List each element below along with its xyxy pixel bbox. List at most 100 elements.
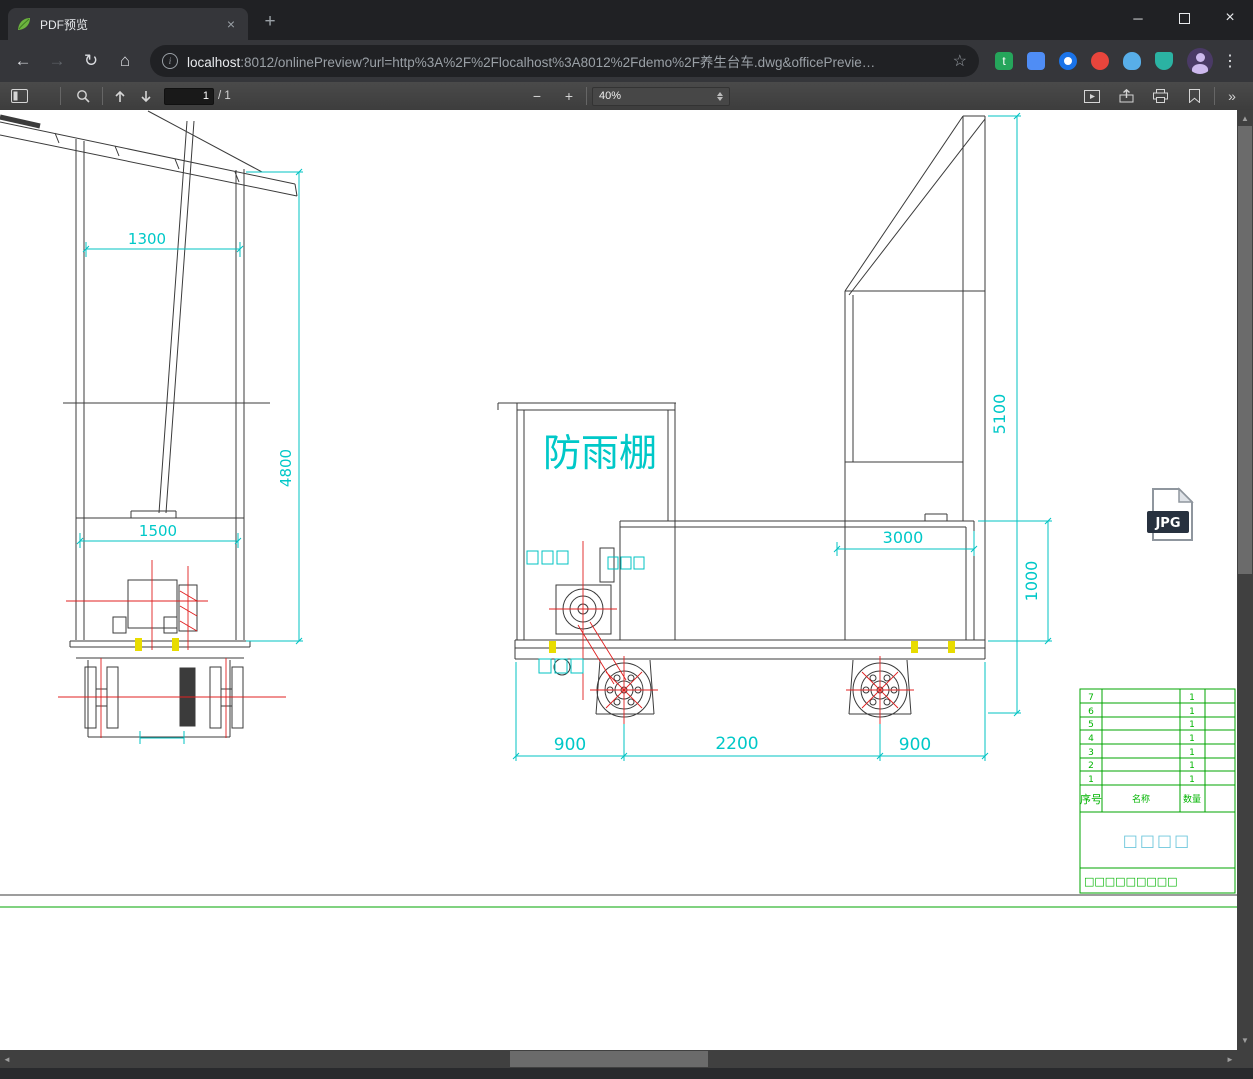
extension-icon-2[interactable]: [1027, 52, 1045, 70]
zoom-in-button[interactable]: +: [556, 82, 582, 110]
arrow-down-icon: [141, 90, 151, 102]
presentation-mode-icon: [1084, 89, 1100, 103]
dim-label-1000: 1000: [1022, 561, 1041, 602]
bookmark-button[interactable]: [1184, 82, 1204, 110]
toolbar-separator: [1214, 87, 1215, 105]
more-tools-button[interactable]: »: [1222, 82, 1242, 110]
toolbar-separator: [586, 87, 587, 105]
bom-row-qty: 1: [1189, 734, 1195, 744]
sidebar-toggle-icon: [10, 89, 28, 103]
scroll-down-icon[interactable]: ▼: [1237, 1034, 1253, 1048]
front-view-dim-labels: 1300 1500 4800: [128, 230, 295, 540]
find-button[interactable]: [70, 82, 96, 110]
print-button[interactable]: [1148, 82, 1172, 110]
site-info-icon[interactable]: i: [162, 53, 178, 69]
sidebar-toggle-button[interactable]: [6, 82, 32, 110]
presentation-mode-button[interactable]: [1080, 82, 1104, 110]
toolbar-separator: [102, 87, 103, 105]
dim-label-900-right: 900: [899, 735, 931, 755]
bom-row-no: 1: [1088, 775, 1094, 785]
bom-row-qty: 1: [1189, 693, 1195, 703]
extensions-area: t: [995, 52, 1173, 70]
bom-row-no: 6: [1088, 707, 1094, 717]
toolbar-separator: [60, 87, 61, 105]
previous-page-button[interactable]: [108, 82, 132, 110]
new-tab-button[interactable]: +: [258, 10, 282, 34]
horizontal-scrollbar[interactable]: ◄ ►: [0, 1050, 1237, 1068]
open-file-button[interactable]: [1114, 82, 1138, 110]
url-path: :8012/onlinePreview?url=http%3A%2F%2Floc…: [240, 55, 876, 70]
bookmark-star-icon[interactable]: ☆: [953, 51, 967, 71]
bookmark-icon: [1188, 89, 1200, 103]
minimize-button[interactable]: ─: [1115, 0, 1161, 36]
extension-icon-3[interactable]: [1059, 52, 1077, 70]
avatar-head-icon: [1195, 53, 1205, 62]
bom-row-no: 4: [1088, 734, 1094, 744]
arrow-up-icon: [115, 90, 125, 102]
bom-row-no: 7: [1088, 693, 1094, 703]
extension-icon-1[interactable]: t: [995, 52, 1013, 70]
extension-icon-5[interactable]: [1123, 52, 1141, 70]
browser-menu-button[interactable]: ⋮: [1222, 51, 1238, 71]
bom-row-qty: 1: [1189, 761, 1195, 771]
scroll-right-icon[interactable]: ►: [1223, 1050, 1237, 1068]
page-number-input[interactable]: [164, 87, 214, 105]
title-block-text: □□□□: [1123, 831, 1191, 850]
profile-avatar[interactable]: [1187, 48, 1213, 74]
browser-tab[interactable]: PDF预览 ×: [8, 8, 248, 40]
page-count-label: / 1: [218, 90, 231, 102]
url-host: localhost: [187, 55, 241, 70]
zoom-value: 40%: [599, 90, 622, 102]
print-icon: [1152, 89, 1168, 103]
dim-label-2200: 2200: [715, 734, 758, 754]
url-text: localhost:8012/onlinePreview?url=http%3A…: [187, 51, 945, 71]
extension-icon-4[interactable]: [1091, 52, 1109, 70]
side-view-structure: [497, 115, 986, 718]
horizontal-scrollbar-thumb[interactable]: [510, 1051, 708, 1067]
bom-row-qty: 1: [1189, 775, 1195, 785]
search-icon: [77, 90, 90, 103]
bom-header-name: 名称: [1132, 793, 1150, 805]
vertical-scrollbar[interactable]: ▲ ▼: [1237, 110, 1253, 1050]
dim-label-900-left: 900: [554, 735, 586, 755]
bom-row-qty: 1: [1189, 748, 1195, 758]
side-view-centerlines: [549, 541, 914, 724]
zoom-select[interactable]: 40%: [592, 86, 730, 106]
dim-label-1500: 1500: [139, 522, 177, 540]
avatar-body-icon: [1192, 64, 1208, 74]
bom-row-qty: 1: [1189, 707, 1195, 717]
front-view-structure: [0, 110, 298, 738]
tab-close-button[interactable]: ×: [222, 15, 240, 33]
vertical-scrollbar-thumb[interactable]: [1238, 126, 1252, 574]
next-page-button[interactable]: [134, 82, 158, 110]
maximize-button[interactable]: [1161, 0, 1207, 36]
bom-row-no: 3: [1088, 748, 1094, 758]
front-view-highlights: [135, 638, 179, 651]
back-button[interactable]: ←: [9, 47, 37, 75]
pdf-toolbar: / 1 − + 40% »: [0, 82, 1253, 111]
scroll-left-icon[interactable]: ◄: [0, 1050, 14, 1068]
maximize-icon: [1178, 12, 1190, 24]
favicon-leaf-icon: [16, 16, 32, 32]
tab-title: PDF预览: [40, 17, 89, 32]
select-spinner-icon: [717, 91, 723, 101]
reload-button[interactable]: ↻: [77, 47, 105, 75]
close-button[interactable]: ×: [1207, 0, 1253, 36]
scrollbar-corner: [1237, 1050, 1253, 1068]
bom-row-qty: 1: [1189, 720, 1195, 730]
jpg-label: JPG: [1154, 516, 1180, 531]
canopy-label: 防雨棚: [543, 431, 657, 475]
bom-table-grid: [1079, 688, 1236, 894]
pdf-page-canvas[interactable]: 1300 1500 4800 防雨棚 3000 1000 5100 900 22…: [0, 110, 1237, 1050]
extension-icon-6[interactable]: [1155, 52, 1173, 70]
cad-drawing: 1300 1500 4800 防雨棚 3000 1000 5100 900 22…: [0, 110, 1237, 908]
dim-label-3000: 3000: [883, 528, 924, 547]
home-button[interactable]: ⌂: [111, 47, 139, 75]
bom-row-no: 2: [1088, 761, 1094, 771]
scroll-up-icon[interactable]: ▲: [1237, 112, 1253, 126]
zoom-out-button[interactable]: −: [524, 82, 550, 110]
forward-button[interactable]: →: [43, 47, 71, 75]
window-bottom-edge: [0, 1068, 1253, 1079]
side-view-highlights: [549, 641, 955, 653]
address-bar[interactable]: i localhost:8012/onlinePreview?url=http%…: [150, 45, 979, 77]
